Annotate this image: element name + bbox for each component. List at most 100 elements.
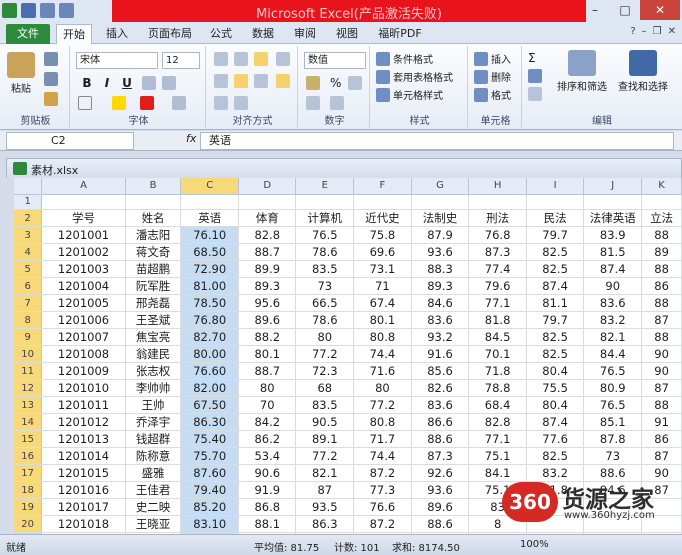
cell[interactable]: 85.6 (411, 362, 470, 380)
cell[interactable]: 88 (641, 226, 682, 244)
cell[interactable]: 1201002 (41, 243, 126, 261)
cell[interactable]: 法制史 (411, 209, 470, 227)
cell[interactable]: 75.70 (180, 447, 239, 465)
cell[interactable]: 88 (641, 294, 682, 312)
merge-button[interactable] (276, 74, 290, 88)
cell[interactable]: 77.2 (295, 345, 355, 363)
font-name-select[interactable]: 宋体 (76, 52, 158, 69)
cell[interactable]: 80.00 (180, 345, 239, 363)
cell[interactable]: 75.40 (180, 430, 239, 448)
cell[interactable]: 73.1 (353, 260, 412, 278)
cell[interactable]: 90 (641, 345, 682, 363)
row-header[interactable]: 3 (14, 226, 43, 244)
cell[interactable]: 计算机 (295, 209, 355, 227)
cell[interactable]: 87.3 (468, 243, 527, 261)
cell[interactable]: 84.4 (583, 345, 643, 363)
cell[interactable]: 王晓亚 (125, 515, 182, 533)
insert-cells-button[interactable]: 插入 (474, 51, 511, 66)
cell[interactable] (125, 194, 182, 210)
cell[interactable]: 71.7 (353, 430, 412, 448)
row-header[interactable]: 7 (14, 294, 43, 312)
cell[interactable]: 53.4 (238, 447, 297, 465)
cell[interactable]: 88.6 (411, 515, 470, 533)
cell[interactable]: 王圣斌 (125, 311, 182, 329)
cell[interactable] (238, 194, 297, 210)
cell[interactable]: 1201006 (41, 311, 126, 329)
cell[interactable]: 82.1 (583, 328, 643, 346)
cell[interactable]: 92.6 (411, 464, 470, 482)
cell[interactable]: 乔泽宇 (125, 413, 182, 431)
align-right-button[interactable] (254, 74, 268, 88)
cell[interactable]: 姓名 (125, 209, 182, 227)
cell[interactable]: 法律英语 (583, 209, 643, 227)
cell[interactable] (353, 194, 412, 210)
cell[interactable]: 85.20 (180, 498, 239, 516)
cell[interactable]: 蒋文奇 (125, 243, 182, 261)
cell[interactable]: 80.9 (583, 379, 643, 397)
cell[interactable] (180, 194, 239, 210)
row-header[interactable]: 10 (14, 345, 43, 363)
cell[interactable] (526, 194, 585, 210)
cell[interactable]: 78.8 (468, 379, 527, 397)
cell[interactable]: 学号 (41, 209, 126, 227)
row-header[interactable]: 1 (14, 194, 43, 210)
cell[interactable]: 76.10 (180, 226, 239, 244)
align-middle-button[interactable] (234, 52, 248, 66)
cell[interactable]: 78.6 (295, 243, 355, 261)
font-size-select[interactable]: 12 (162, 52, 200, 69)
cell[interactable]: 体育 (238, 209, 297, 227)
cell[interactable]: 82.70 (180, 328, 239, 346)
tab-page-layout[interactable]: 页面布局 (142, 24, 198, 44)
tab-formulas[interactable]: 公式 (204, 24, 238, 44)
cell[interactable]: 68 (295, 379, 355, 397)
cell[interactable]: 1201010 (41, 379, 126, 397)
cell[interactable]: 86.30 (180, 413, 239, 431)
column-header-i[interactable]: I (526, 178, 585, 195)
bold-button[interactable]: B (78, 74, 96, 92)
cell[interactable]: 77.1 (468, 294, 527, 312)
tab-file[interactable]: 文件 (6, 24, 50, 44)
cell[interactable]: 80 (238, 379, 297, 397)
cell[interactable]: 93.6 (411, 243, 470, 261)
column-header-g[interactable]: G (411, 178, 470, 195)
column-header-d[interactable]: D (238, 178, 297, 195)
cell[interactable]: 82.5 (526, 328, 585, 346)
cell[interactable]: 95.6 (238, 294, 297, 312)
cell[interactable]: 89.3 (411, 277, 470, 295)
cell-styles-button[interactable]: 单元格样式 (376, 87, 443, 102)
cell[interactable]: 81.5 (583, 243, 643, 261)
cell[interactable]: 85.1 (583, 413, 643, 431)
fill-color-button[interactable] (112, 96, 126, 110)
cell[interactable]: 67.4 (353, 294, 412, 312)
row-header[interactable]: 6 (14, 277, 43, 295)
restore-icon[interactable]: ❐ (653, 26, 662, 37)
cell[interactable]: 91.6 (411, 345, 470, 363)
cell[interactable]: 阮军胜 (125, 277, 182, 295)
cell[interactable]: 87.2 (353, 515, 412, 533)
cell[interactable]: 87.4 (583, 260, 643, 278)
row-header[interactable]: 12 (14, 379, 43, 397)
cell[interactable]: 87 (641, 379, 682, 397)
cell[interactable]: 82.5 (526, 345, 585, 363)
column-header-e[interactable]: E (295, 178, 355, 195)
cell[interactable]: 86.6 (411, 413, 470, 431)
cell[interactable]: 潘志阳 (125, 226, 182, 244)
cell[interactable]: 钱超群 (125, 430, 182, 448)
row-header[interactable]: 2 (14, 209, 43, 227)
cell[interactable]: 82.6 (411, 379, 470, 397)
cell[interactable]: 82.5 (526, 260, 585, 278)
cell[interactable]: 74.4 (353, 345, 412, 363)
cell[interactable]: 王帅 (125, 396, 182, 414)
cell[interactable]: 76.8 (468, 226, 527, 244)
cell[interactable]: 77.2 (353, 396, 412, 414)
column-header-h[interactable]: H (468, 178, 527, 195)
cell[interactable]: 88.2 (238, 328, 297, 346)
tab-insert[interactable]: 插入 (100, 24, 134, 44)
currency-button[interactable] (306, 76, 320, 90)
cell[interactable] (468, 194, 527, 210)
cell[interactable]: 81.8 (468, 311, 527, 329)
cell[interactable]: 87.60 (180, 464, 239, 482)
close-button[interactable]: ✕ (640, 0, 680, 20)
row-header[interactable]: 16 (14, 447, 43, 465)
comma-button[interactable] (348, 76, 362, 90)
